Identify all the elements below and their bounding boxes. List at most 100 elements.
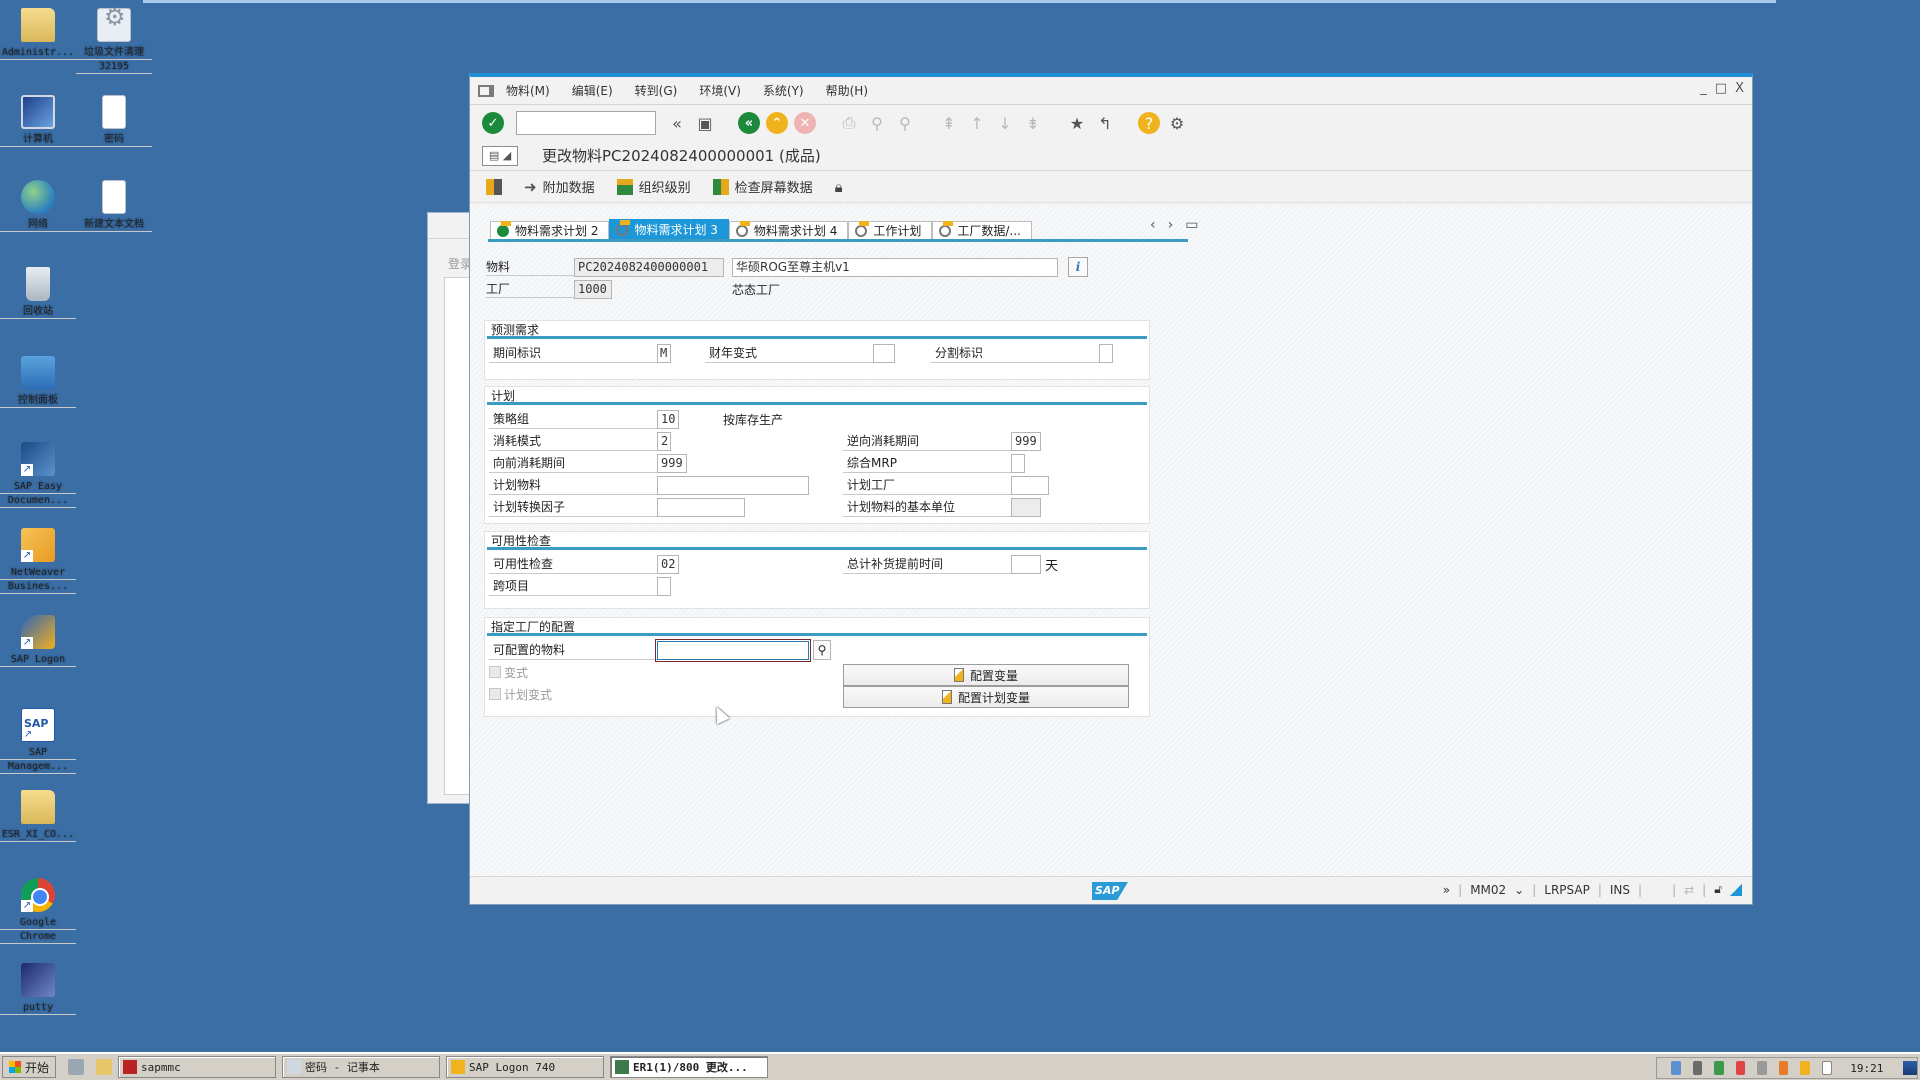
layout-menu-button[interactable]: ▤ ◢ [482,145,518,166]
command-field[interactable] [516,111,656,135]
clock[interactable]: 19:21 [1850,1062,1883,1075]
config-variant-button[interactable]: 配置变量 [843,664,1129,686]
tab-mrp2[interactable]: 物料需求计划 2 [490,220,610,239]
find-icon[interactable]: ⚲ [866,112,888,134]
desktop-icon-recycle-bin[interactable]: 回收站 [0,267,76,319]
maximize-button[interactable]: □ [1715,81,1727,96]
tab-next-icon[interactable]: › [1168,217,1174,233]
tab-plant-data[interactable]: 工厂数据/... [932,220,1032,239]
explorer-icon[interactable] [96,1059,113,1075]
vmware-icon[interactable] [1692,1061,1703,1075]
desktop-icon-netweaver[interactable]: NetWeaver Busines... [0,528,76,594]
server-manager-icon[interactable] [68,1059,85,1075]
menu-help[interactable]: 帮助(H) [826,82,868,99]
action-center-flag-icon[interactable] [1822,1061,1833,1075]
desktop-icon-putty[interactable]: putty [0,963,76,1015]
first-page-icon[interactable]: ⇞ [938,112,960,134]
help-icon[interactable]: ? [1138,112,1160,134]
collapse-icon[interactable]: « [666,112,688,134]
variant-checkbox[interactable]: 变式 [489,664,528,681]
back-button[interactable]: « [738,112,760,134]
task-sapmmc[interactable]: sapmmc [118,1056,277,1078]
volume-muted-icon[interactable] [1735,1061,1746,1075]
new-session-icon[interactable]: ★ [1066,112,1088,134]
status-expand-icon[interactable]: » [1443,883,1450,897]
previous-page-icon[interactable]: ↑ [966,112,988,134]
config-planning-variant-button[interactable]: 配置计划变量 [843,686,1129,708]
desktop-icon-sap-management[interactable]: SAP Managem... [0,708,76,774]
conversion-factor-field[interactable] [657,497,745,517]
menu-goto[interactable]: 转到(G) [635,82,678,99]
desktop-icon-control-panel[interactable]: 控制面板 [0,356,76,408]
fwd-consumption-field[interactable]: 999 [657,453,687,473]
usb-safe-remove-icon[interactable] [1714,1061,1724,1075]
close-button[interactable]: X [1735,81,1744,96]
desktop-icon-junk-cleaner[interactable]: 垃圾文件清理 32195 [76,8,152,74]
next-page-icon[interactable]: ↓ [994,112,1016,134]
settings-gear-icon[interactable]: ⚙ [1166,112,1188,134]
plant-field[interactable]: 1000 [574,279,612,299]
input-method-icon[interactable] [1778,1061,1789,1075]
planning-material-field[interactable] [657,475,809,495]
lan-icon[interactable] [1757,1061,1767,1075]
desktop-icon-password[interactable]: 密码 [76,95,152,147]
sap-tray-icon[interactable] [1800,1061,1811,1075]
fiscal-year-variant-field[interactable] [873,343,895,363]
configurable-material-field[interactable] [655,638,811,662]
planning-variant-checkbox[interactable]: 计划变式 [489,686,552,703]
desktop-icon-new-text-doc[interactable]: 新建文本文档 [76,180,152,232]
menu-material[interactable]: 物料(M) [506,82,550,99]
search-help-icon[interactable]: ⚲ [813,640,831,660]
task-sap-logon[interactable]: SAP Logon 740 [446,1056,605,1078]
menu-edit[interactable]: 编辑(E) [572,82,613,99]
additional-data-button[interactable]: ➜ 附加数据 [524,177,595,197]
org-levels-button[interactable]: 组织级别 [616,177,691,196]
strategy-group-field[interactable]: 10 [657,409,679,429]
desktop-icon-sap-logon[interactable]: SAP Logon [0,615,76,667]
tab-work-scheduling[interactable]: 工作计划 [848,220,933,239]
bwd-consumption-field[interactable]: 999 [1011,431,1041,451]
unlock-icon[interactable]: 🔓︎ [1714,882,1722,897]
tab-list-icon[interactable]: ▭ [1185,217,1198,233]
period-indicator-field[interactable]: M [657,343,671,363]
cross-project-field[interactable] [657,576,671,596]
exit-button[interactable]: ⌃ [766,112,788,134]
show-desktop-button[interactable] [1903,1061,1918,1075]
lock-button[interactable]: 🔒︎ [835,178,843,196]
menu-icon[interactable] [478,84,494,97]
desktop-icon-sap-easy-doc[interactable]: SAP Easy Documen... [0,442,76,508]
desktop-icon-esr-folder[interactable]: ESR_XI_CO... [0,790,76,842]
insert-mode[interactable]: INS [1610,883,1630,897]
cancel-button[interactable]: ✕ [794,112,816,134]
material-field[interactable]: PC2024082400000001 [574,257,724,277]
enter-button[interactable]: ✓ [482,112,504,134]
shortcut-icon[interactable]: ↰ [1094,112,1116,134]
find-next-icon[interactable]: ⚲ [894,112,916,134]
minimize-button[interactable]: _ [1700,81,1707,96]
splitting-indicator-field[interactable] [1099,343,1113,363]
task-sap-session[interactable]: ER1(1)/800 更改... [610,1056,769,1078]
menu-environment[interactable]: 环境(V) [699,82,741,99]
check-screen-data-button[interactable]: 检查屏幕数据 [712,177,813,196]
chevron-down-icon[interactable]: ⌄ [1514,883,1524,897]
desktop-icon-computer[interactable]: 计算机 [0,95,76,147]
mixed-mrp-field[interactable] [1011,453,1025,473]
info-icon[interactable]: i [1068,257,1088,277]
task-notepad[interactable]: 密码 - 记事本 [282,1056,441,1078]
desktop-icon-administrator[interactable]: Administr... [0,8,76,60]
availability-check-field[interactable]: 02 [657,554,679,574]
desktop-icon-network[interactable]: 网络 [0,180,76,232]
save-icon[interactable]: ▣ [694,112,716,134]
total-repl-lead-field[interactable] [1011,554,1041,574]
tab-mrp4[interactable]: 物料需求计划 4 [728,220,849,239]
material-description-field[interactable]: 华硕ROG至尊主机v1 [732,257,1058,277]
resize-grip-icon[interactable] [1730,883,1742,896]
desktop-icon-google-chrome[interactable]: Google Chrome [0,878,76,944]
menu-system[interactable]: 系统(Y) [763,82,804,99]
tab-prev-icon[interactable]: ‹ [1150,217,1156,233]
last-page-icon[interactable]: ⇟ [1022,112,1044,134]
transaction-code[interactable]: MM02 [1470,883,1506,897]
tab-mrp3[interactable]: 物料需求计划 3 [609,219,729,239]
tray-network-icon[interactable] [1671,1061,1681,1075]
consumption-mode-field[interactable]: 2 [657,431,671,451]
